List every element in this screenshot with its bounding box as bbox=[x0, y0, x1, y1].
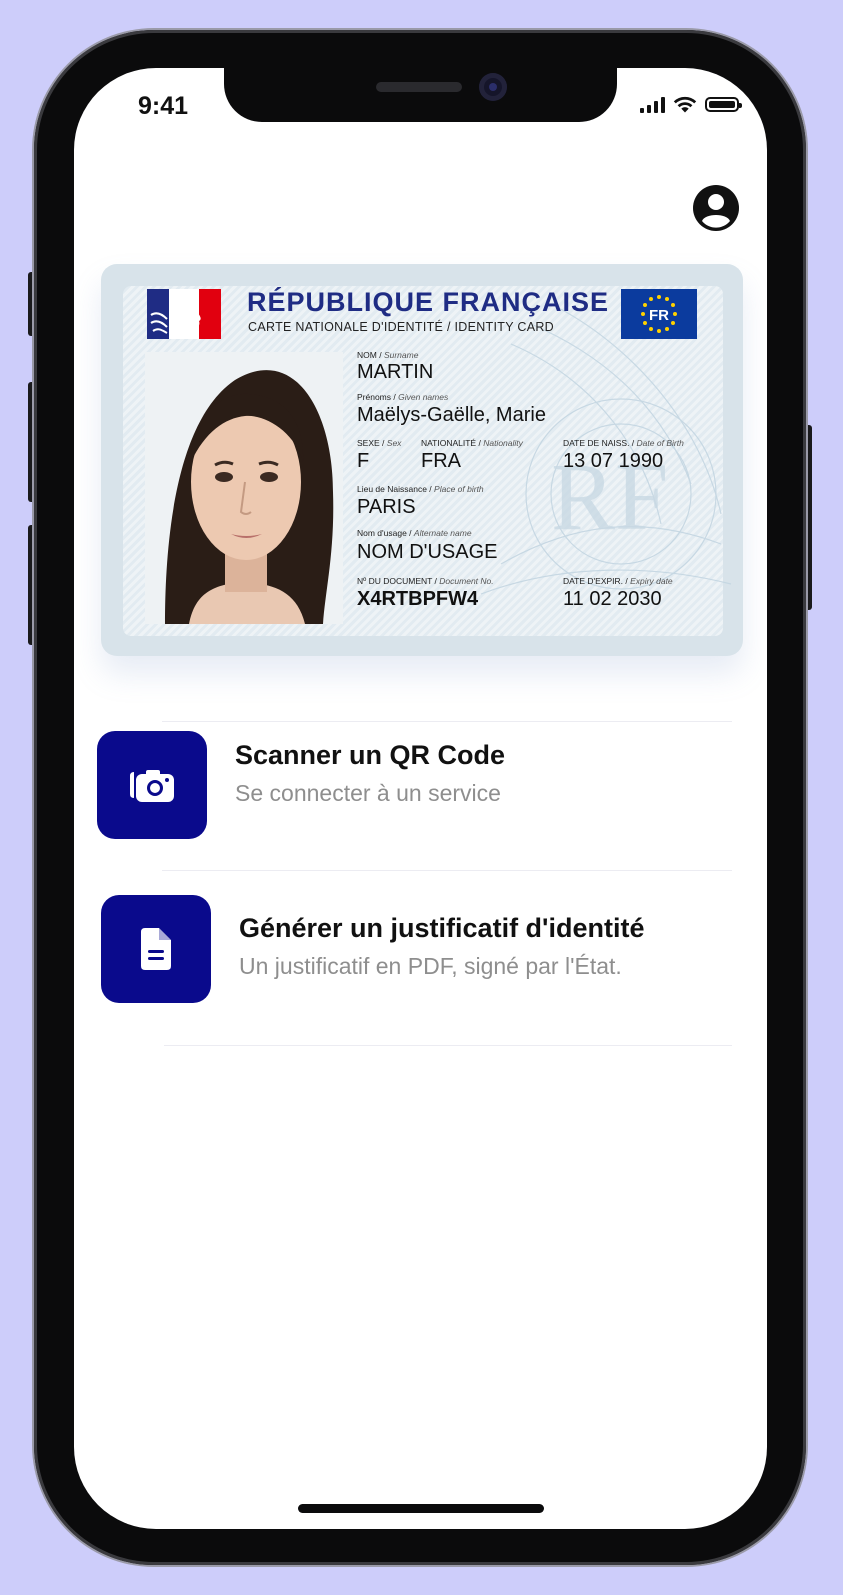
identity-card[interactable]: RF RÉPUBLIQUE FRANÇAISE CARTE NATIONALE … bbox=[101, 264, 743, 656]
sex-value: F bbox=[357, 450, 370, 472]
app-screen: 9:41 RF RÉPUBLIQUE FRANÇAISE CARTE NATIO… bbox=[74, 68, 767, 1529]
card-title: RÉPUBLIQUE FRANÇAISE bbox=[247, 287, 610, 317]
birth-place-label: Lieu de Naissance / Place of birth bbox=[357, 484, 484, 494]
usage-name-value: NOM D'USAGE bbox=[357, 541, 498, 563]
document-no-value: X4RTBPFW4 bbox=[357, 588, 479, 610]
cellular-signal-icon bbox=[640, 96, 665, 113]
country-code: FR bbox=[649, 307, 669, 324]
surname-label: NOM / Surname bbox=[357, 350, 419, 360]
holder-photo bbox=[145, 352, 343, 624]
sex-label: SEXE / Sex bbox=[357, 438, 402, 448]
document-tile[interactable] bbox=[101, 895, 211, 1003]
scan-qr-action[interactable]: Scanner un QR Code Se connecter à un ser… bbox=[74, 720, 767, 870]
expiry-value: 11 02 2030 bbox=[563, 588, 662, 610]
home-indicator[interactable] bbox=[298, 1504, 544, 1513]
account-circle-icon[interactable] bbox=[692, 184, 740, 232]
camera-tile[interactable] bbox=[97, 731, 207, 839]
scan-qr-title: Scanner un QR Code bbox=[235, 740, 506, 770]
document-icon bbox=[141, 928, 171, 970]
given-names-value: Maëlys-Gaëlle, Marie bbox=[357, 404, 546, 426]
surname-value: MARTIN bbox=[357, 361, 434, 383]
birth-date-value: 13 07 1990 bbox=[563, 450, 664, 472]
document-no-label: Nº DU DOCUMENT / Document No. bbox=[357, 576, 494, 586]
given-names-label: Prénoms / Given names bbox=[357, 392, 449, 402]
expiry-label: DATE D'EXPIR. / Expiry date bbox=[563, 576, 673, 586]
scan-qr-subtitle: Se connecter à un service bbox=[235, 780, 501, 806]
camera-icon bbox=[130, 770, 174, 802]
notch bbox=[224, 68, 617, 122]
nationality-value: FRA bbox=[421, 450, 461, 472]
status-time: 9:41 bbox=[138, 92, 189, 120]
marianne-logo bbox=[147, 289, 221, 339]
usage-name-label: Nom d'usage / Alternate name bbox=[357, 528, 472, 538]
card-subtitle: CARTE NATIONALE D'IDENTITÉ / IDENTITY CA… bbox=[248, 320, 554, 334]
front-camera bbox=[479, 73, 507, 101]
battery-icon bbox=[705, 97, 742, 112]
divider bbox=[164, 1045, 732, 1046]
generate-proof-subtitle: Un justificatif en PDF, signé par l'État… bbox=[239, 953, 622, 979]
wifi-icon bbox=[673, 96, 697, 113]
nationality-label: NATIONALITÉ / Nationality bbox=[421, 438, 523, 448]
eu-flag-icon: FR bbox=[621, 289, 697, 339]
birth-place-value: PARIS bbox=[357, 496, 416, 518]
status-icons bbox=[640, 96, 742, 113]
speaker-grille bbox=[376, 82, 462, 92]
birth-date-label: DATE DE NAISS. / Date of Birth bbox=[563, 438, 684, 448]
generate-proof-title: Générer un justificatif d'identité bbox=[239, 913, 645, 943]
generate-proof-action[interactable]: Générer un justificatif d'identité Un ju… bbox=[74, 871, 767, 1021]
